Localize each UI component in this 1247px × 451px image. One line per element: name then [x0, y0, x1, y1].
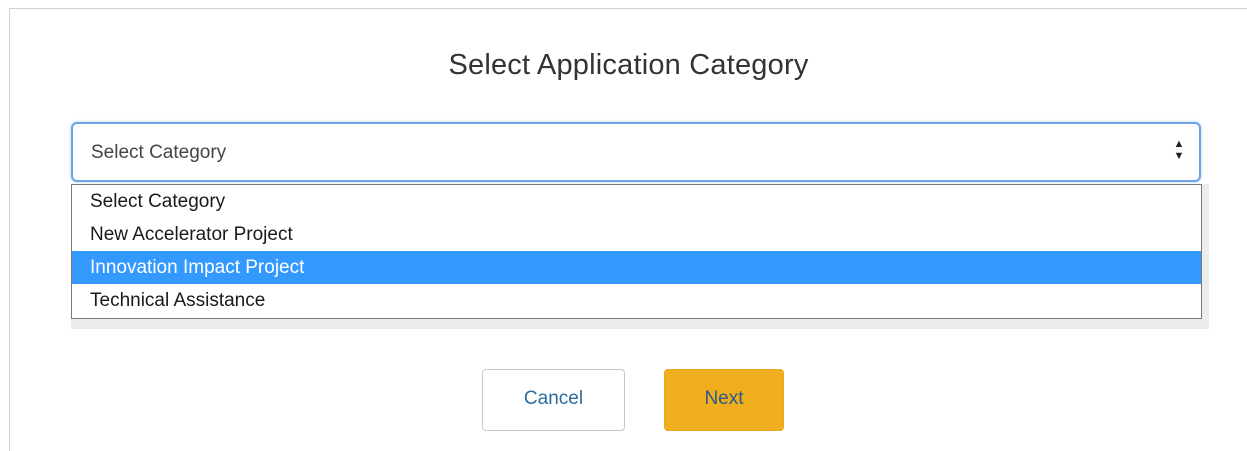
option-new-accelerator-project[interactable]: New Accelerator Project	[72, 218, 1201, 251]
option-select-category[interactable]: Select Category	[72, 185, 1201, 218]
category-dialog: Select Application Category Select Categ…	[9, 8, 1247, 451]
dialog-title: Select Application Category	[448, 49, 809, 81]
arrow-up-icon: ▲	[1173, 138, 1185, 150]
category-select[interactable]: Select Category ▲ ▼	[71, 122, 1201, 182]
option-innovation-impact-project[interactable]: Innovation Impact Project	[72, 251, 1201, 284]
category-dropdown-list: Select Category New Accelerator Project …	[71, 184, 1202, 319]
cancel-button[interactable]: Cancel	[482, 369, 625, 431]
select-arrows-icon: ▲ ▼	[1173, 138, 1185, 166]
next-button[interactable]: Next	[664, 369, 784, 431]
arrow-down-icon: ▼	[1173, 150, 1185, 162]
option-technical-assistance[interactable]: Technical Assistance	[72, 284, 1201, 317]
category-select-value: Select Category	[91, 142, 227, 163]
